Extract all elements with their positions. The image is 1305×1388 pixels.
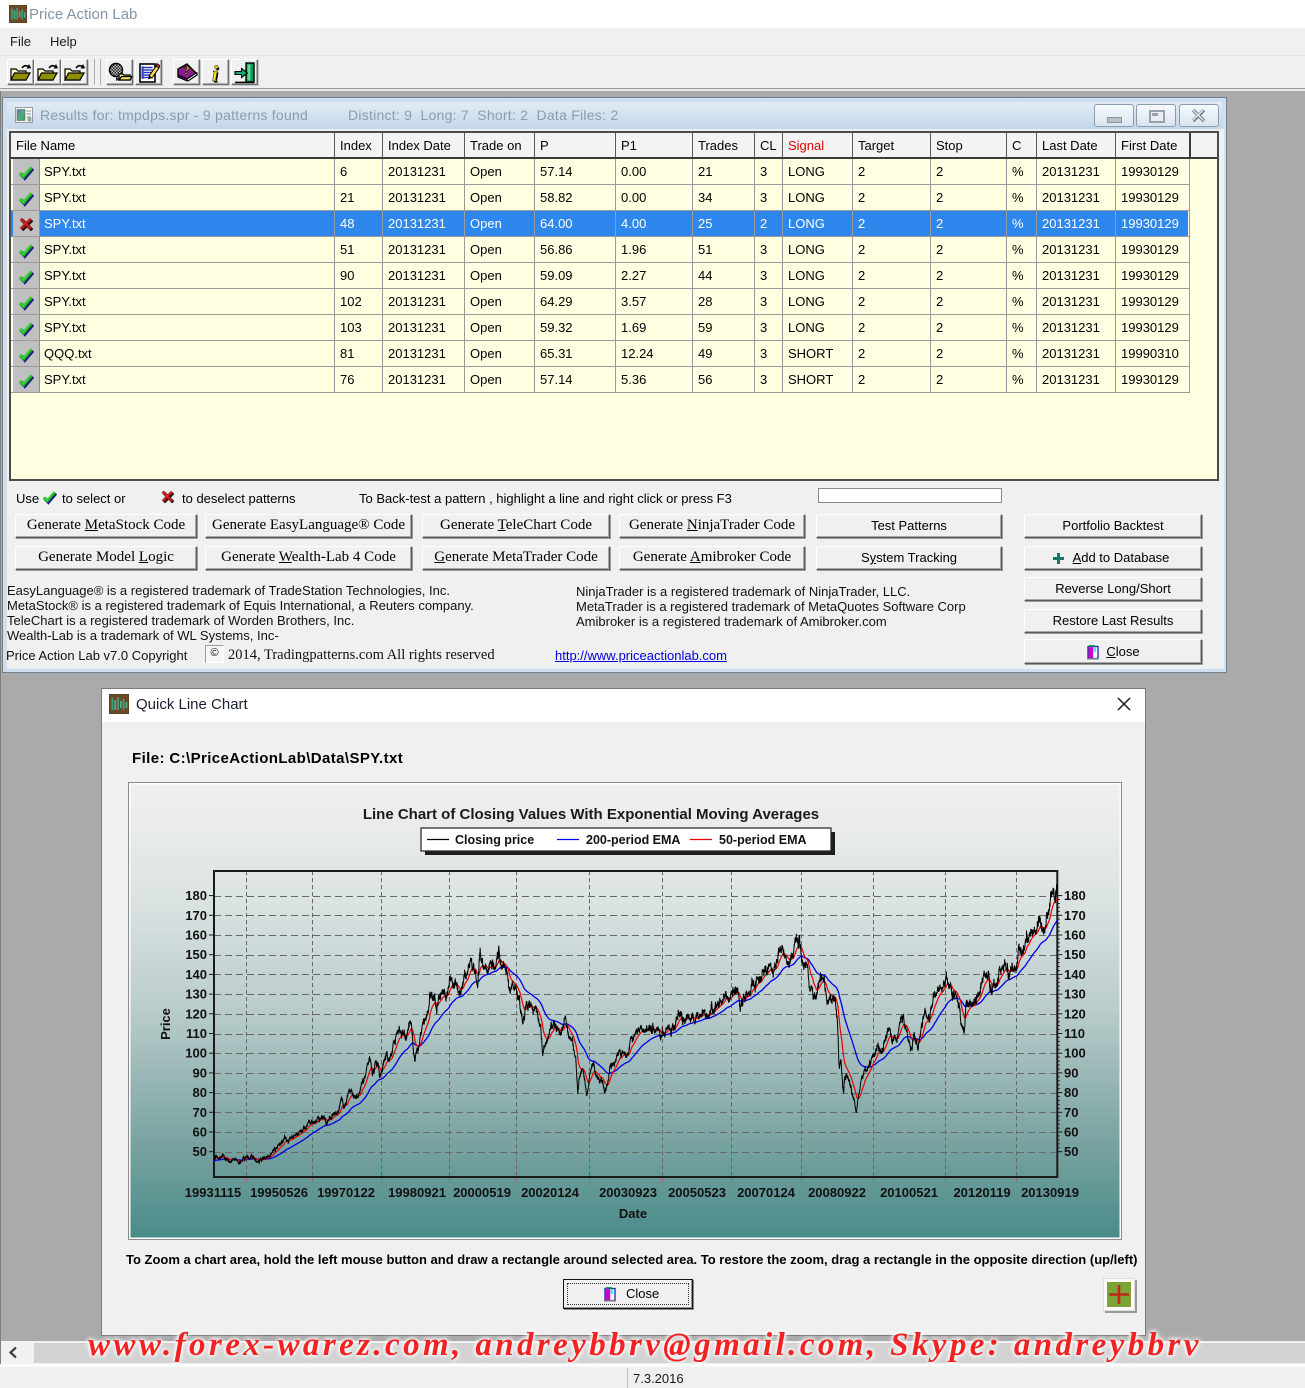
- svg-text:70: 70: [1064, 1105, 1078, 1120]
- svg-text:20050523: 20050523: [668, 1185, 726, 1200]
- svg-text:180: 180: [185, 888, 207, 903]
- svg-text:50-period EMA: 50-period EMA: [719, 833, 807, 847]
- svg-text:100: 100: [1064, 1046, 1086, 1061]
- svg-text:70: 70: [193, 1105, 207, 1120]
- svg-text:130: 130: [1064, 987, 1086, 1002]
- svg-text:Price: Price: [158, 1008, 173, 1040]
- svg-text:20020124: 20020124: [521, 1185, 580, 1200]
- svg-text:19950526: 19950526: [250, 1185, 308, 1200]
- svg-text:170: 170: [1064, 908, 1086, 923]
- svg-text:i: i: [212, 61, 219, 86]
- svg-text:110: 110: [186, 1026, 207, 1041]
- svg-text:170: 170: [185, 908, 207, 923]
- svg-text:150: 150: [1064, 947, 1086, 962]
- svg-text:20130919: 20130919: [1021, 1185, 1079, 1200]
- svg-text:20030923: 20030923: [599, 1185, 657, 1200]
- svg-text:90: 90: [193, 1065, 207, 1080]
- svg-text:50: 50: [193, 1144, 207, 1159]
- svg-text:130: 130: [185, 987, 207, 1002]
- svg-text:20120119: 20120119: [953, 1185, 1010, 1200]
- svg-text:Line Chart of Closing Values W: Line Chart of Closing Values With Expone…: [363, 806, 819, 823]
- svg-text:20070124: 20070124: [737, 1185, 796, 1200]
- svg-text:140: 140: [185, 967, 207, 982]
- svg-text:80: 80: [193, 1085, 207, 1100]
- svg-text:100: 100: [185, 1046, 207, 1061]
- svg-text:80: 80: [1064, 1085, 1078, 1100]
- svg-text:110: 110: [1064, 1026, 1085, 1041]
- svg-text:Date: Date: [619, 1206, 647, 1221]
- svg-text:90: 90: [1064, 1065, 1078, 1080]
- svg-text:160: 160: [1064, 928, 1086, 943]
- svg-text:50: 50: [1064, 1144, 1078, 1159]
- svg-text:Closing price: Closing price: [455, 833, 534, 847]
- svg-text:160: 160: [185, 928, 207, 943]
- svg-text:180: 180: [1064, 888, 1086, 903]
- svg-text:19970122: 19970122: [317, 1185, 375, 1200]
- svg-text:60: 60: [193, 1125, 207, 1140]
- svg-text:120: 120: [1064, 1006, 1086, 1021]
- svg-text:200-period EMA: 200-period EMA: [586, 833, 680, 847]
- svg-text:60: 60: [1064, 1125, 1078, 1140]
- svg-text:?: ?: [183, 63, 190, 78]
- svg-text:20000519: 20000519: [453, 1185, 511, 1200]
- svg-text:20080922: 20080922: [808, 1185, 866, 1200]
- svg-text:140: 140: [1064, 967, 1086, 982]
- svg-text:20100521: 20100521: [880, 1185, 938, 1200]
- svg-text:120: 120: [185, 1006, 207, 1021]
- svg-text:150: 150: [185, 947, 207, 962]
- svg-text:19980921: 19980921: [388, 1185, 446, 1200]
- svg-text:19931115: 19931115: [185, 1185, 241, 1200]
